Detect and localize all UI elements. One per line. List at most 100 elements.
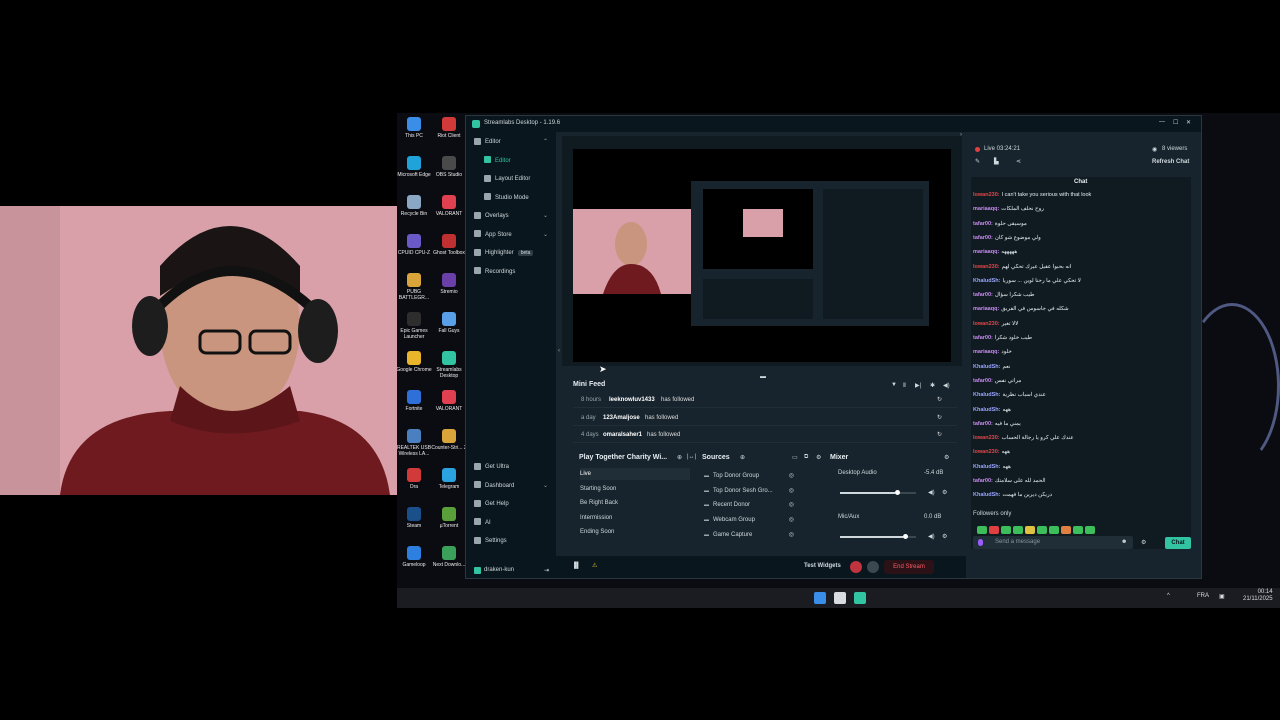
chat-username[interactable]: mariaaqq: — [973, 349, 999, 355]
alert-icon[interactable]: ⚠ — [592, 562, 597, 569]
sidebar-item-get-ultra[interactable]: Get Ultra — [474, 462, 556, 472]
stats-icon[interactable]: ▐▌ — [572, 563, 581, 569]
desktop-icon[interactable]: PUBG BATTLEGR... — [394, 273, 434, 301]
popout-icon[interactable]: ▙ — [994, 158, 999, 165]
emote-bar[interactable] — [975, 521, 1125, 534]
scene-item[interactable]: Be Right Back — [580, 497, 690, 509]
sidebar-item-ai[interactable]: AI — [474, 518, 556, 528]
chat-username[interactable]: tafar00: — [973, 292, 993, 298]
add-source-icon[interactable]: ⊕ — [740, 454, 745, 461]
chat-tab[interactable]: Chat — [1074, 179, 1087, 185]
sidebar-item-app-store[interactable]: App Store ⌄ — [474, 230, 556, 240]
chat-username[interactable]: tafar00: — [973, 235, 993, 241]
source-settings-icon[interactable]: ⚙ — [816, 454, 821, 461]
chat-username[interactable]: lowan230: — [973, 192, 1000, 198]
chat-username[interactable]: tafar00: — [973, 421, 993, 427]
desktop-icon[interactable]: µTorrent — [429, 507, 469, 529]
chevron-down-icon[interactable]: ⌄ — [543, 211, 548, 221]
desktop-icon[interactable]: Steam — [394, 507, 434, 529]
refresh-chat-button[interactable]: Refresh Chat — [1152, 159, 1189, 165]
resize-handle[interactable]: ▬ — [760, 374, 766, 380]
scene-item[interactable]: Intermission — [580, 512, 690, 524]
replay-alert-icon[interactable]: ↻ — [937, 393, 942, 407]
filter-icon[interactable]: ▼ — [891, 382, 897, 388]
emoji-picker-icon[interactable]: ☻ — [1121, 539, 1127, 545]
close-button[interactable]: ✕ — [1186, 119, 1191, 126]
add-scene-icon[interactable]: ⊕ — [677, 454, 682, 461]
sidebar-item-recordings[interactable]: Recordings — [474, 267, 556, 277]
clock[interactable]: 00:14 21/11/2025 — [1243, 589, 1273, 603]
tray-lang[interactable]: FRA — [1197, 593, 1209, 599]
mute-icon[interactable]: ◀) — [928, 533, 935, 540]
chat-username[interactable]: KhaludSh: — [973, 392, 1001, 398]
desktop-icon[interactable]: Fortnite — [394, 390, 434, 412]
channel-settings-icon[interactable]: ⚙ — [942, 533, 947, 540]
replay-button[interactable] — [867, 561, 879, 573]
source-group-icon[interactable]: ⧉ — [804, 454, 808, 461]
replay-alert-icon[interactable]: ↻ — [937, 428, 942, 442]
visibility-icon[interactable]: ◎ — [789, 470, 794, 482]
chat-username[interactable]: mariaaqq: — [973, 249, 999, 255]
mute-icon[interactable]: ◀) — [928, 489, 935, 496]
sidebar-item-overlays[interactable]: Overlays ⌄ — [474, 211, 556, 221]
end-stream-button[interactable]: End Stream — [884, 560, 934, 574]
replay-alert-icon[interactable]: ↻ — [937, 411, 942, 425]
mixer-settings-icon[interactable]: ⚙ — [944, 454, 949, 461]
stream-preview[interactable] — [573, 149, 951, 362]
chat-username[interactable]: tafar00: — [973, 335, 993, 341]
feed-user[interactable]: leeknowluv1433 — [609, 393, 655, 407]
collapse-left-icon[interactable]: ‹ — [558, 348, 560, 354]
desktop-icon[interactable]: CPUID CPU-Z — [394, 234, 434, 256]
desktop-icon[interactable]: Dra — [394, 468, 434, 490]
sidebar-item-editor[interactable]: Editor ⌃ — [474, 137, 556, 147]
volume-slider[interactable] — [840, 534, 916, 539]
sidebar-item-studio-mode[interactable]: Studio Mode — [484, 193, 566, 203]
chat-username[interactable]: KhaludSh: — [973, 278, 1001, 284]
sidebar-item-editor[interactable]: Editor — [484, 156, 566, 166]
desktop-icon[interactable]: Streamlabs Desktop — [429, 351, 469, 379]
source-folder-icon[interactable]: ▭ — [792, 454, 798, 461]
desktop-icon[interactable]: Telegram — [429, 468, 469, 490]
collapse-chat-icon[interactable]: › — [960, 132, 962, 138]
desktop-icon[interactable]: Ghost Toolbox — [429, 234, 469, 256]
record-button[interactable] — [850, 561, 862, 573]
chat-settings-icon[interactable]: ⚙ — [1141, 539, 1146, 546]
test-widgets-button[interactable]: Test Widgets — [804, 563, 841, 569]
chat-username[interactable]: lowan230: — [973, 435, 1000, 441]
source-item[interactable]: ▬ Top Donor Sesh Gro... ◎ — [704, 485, 822, 497]
network-icon[interactable]: ▣ — [1219, 593, 1225, 600]
chevron-down-icon[interactable]: ⌄ — [543, 230, 548, 240]
desktop-icon[interactable]: This PC — [394, 117, 434, 139]
feed-user[interactable]: omaralsaher1 — [603, 428, 642, 442]
sidebar-item-settings[interactable]: Settings — [474, 536, 556, 546]
source-item[interactable]: ▬ Top Donor Group ◎ — [704, 470, 822, 482]
desktop-icon[interactable]: Epic Games Launcher — [394, 312, 434, 340]
chat-username[interactable]: tafar00: — [973, 221, 993, 227]
chat-username[interactable]: tafar00: — [973, 478, 993, 484]
volume-icon[interactable]: ◀) — [943, 382, 950, 389]
channel-settings-icon[interactable]: ⚙ — [942, 489, 947, 496]
visibility-icon[interactable]: ◎ — [789, 529, 794, 541]
scene-transition-icon[interactable]: |↔| — [687, 454, 696, 460]
sidebar-item-get-help[interactable]: Get Help — [474, 499, 556, 509]
chat-username[interactable]: KhaludSh: — [973, 464, 1001, 470]
volume-knob[interactable] — [894, 490, 900, 495]
account-item[interactable]: draken-kun ⇥ — [466, 564, 556, 578]
chevron-up-icon[interactable]: ⌃ — [543, 137, 548, 147]
source-item[interactable]: ▬ Webcam Group ◎ — [704, 514, 822, 526]
chat-username[interactable]: lowan230: — [973, 321, 1000, 327]
desktop-icon[interactable]: REALTEK USB Wireless LA... — [394, 429, 434, 457]
chevron-down-icon[interactable]: ⌄ — [543, 481, 548, 491]
desktop-icon[interactable]: Riot Client — [429, 117, 469, 139]
skip-icon[interactable]: ▶| — [915, 382, 921, 389]
desktop-icon[interactable]: Recycle Bin — [394, 195, 434, 217]
chat-username[interactable]: tafar00: — [973, 378, 993, 384]
streamlabs-taskbar-icon[interactable] — [854, 592, 866, 604]
desktop-icon[interactable]: VALORANT — [429, 195, 469, 217]
desktop-icon[interactable]: Stremio — [429, 273, 469, 295]
desktop-icon[interactable]: Gameloop — [394, 546, 434, 568]
sidebar-item-highlighter[interactable]: Highlighter beta — [474, 248, 556, 258]
visibility-icon[interactable]: ◎ — [789, 514, 794, 526]
desktop-icon[interactable]: OBS Studio — [429, 156, 469, 178]
scene-item[interactable]: Starting Soon — [580, 483, 690, 495]
